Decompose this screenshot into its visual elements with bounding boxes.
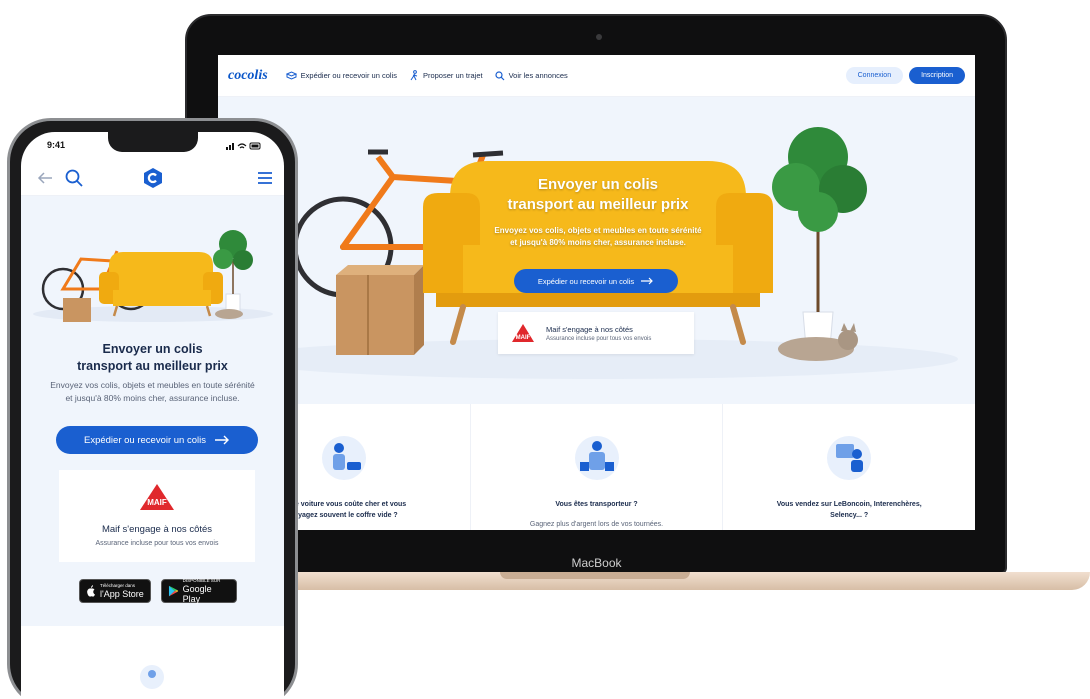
insurance-title: Maif s'engage à nos côtés — [546, 324, 633, 334]
phone-screen: 9:41 Envoyer un colis transport au meill… — [21, 132, 284, 699]
carrier-illustration — [574, 436, 619, 480]
section-illustration-icon — [140, 665, 164, 689]
mobile-content: Envoyer un colis transport au meilleur p… — [21, 196, 284, 699]
maif-logo-text: MAIF — [516, 335, 531, 341]
google-play-icon — [168, 585, 179, 597]
hero-cta-button[interactable]: Expédier ou recevoir un colis — [514, 269, 678, 293]
nav-link-label: Voir les annonces — [508, 71, 568, 80]
audience-card-seller[interactable]: Vous vendez sur LeBoncoin, Interenchères… — [723, 404, 975, 530]
laptop-brand-label: MacBook — [571, 556, 622, 570]
maif-logo: MAIF — [512, 324, 534, 342]
phone-notch — [108, 132, 198, 152]
hero-cta-label: Expédier ou recevoir un colis — [537, 276, 635, 286]
nav-link-label: Proposer un trajet — [422, 71, 483, 80]
maif-logo: MAIF — [140, 484, 174, 510]
mobile-insurance-subtitle: Assurance incluse pour tous vos envois — [95, 540, 219, 547]
hamburger-menu-icon[interactable] — [257, 172, 273, 184]
hero-illustration — [238, 127, 958, 379]
hero-title-line: transport au meilleur prix — [507, 196, 689, 213]
google-play-badge[interactable]: DISPONIBLE SUR Google Play — [161, 578, 237, 604]
desktop-navbar: cocolis Expédier ou recevoir un colis Pr… — [218, 55, 975, 97]
laptop-screen: cocolis Expédier ou recevoir un colis Pr… — [218, 55, 975, 530]
app-store-badge[interactable]: Télécharger dans l'App Store — [79, 579, 151, 603]
login-button[interactable]: Connexion — [845, 67, 904, 84]
hero-subtitle: Envoyez vos colis, objets et meubles en … — [446, 225, 750, 249]
mobile-hero-subtitle-line: et jusqu'à 80% moins cher, assurance inc… — [65, 393, 240, 403]
mobile-hero-subtitle-line: Envoyez vos colis, objets et meubles en … — [50, 380, 255, 390]
search-icon[interactable] — [65, 169, 83, 187]
audience-card-title: Vous vendez sur LeBoncoin, Interenchères… — [723, 499, 975, 521]
mobile-hero-subtitle: Envoyez vos colis, objets et meubles en … — [29, 379, 276, 405]
mobile-insurance-title: Maif s'engage à nos côtés — [101, 524, 213, 535]
insurance-text: Maif s'engage à nos côtés Assurance incl… — [546, 325, 651, 342]
seller-illustration — [827, 436, 872, 480]
mobile-hero-illustration — [33, 230, 273, 322]
arrow-right-icon — [641, 277, 654, 285]
arrow-right-icon — [214, 435, 229, 445]
mobile-hero-title: Envoyer un colis transport au meilleur p… — [21, 341, 284, 375]
maif-logo-text: MAIF — [147, 498, 167, 507]
insurance-card: MAIF Maif s'engage à nos côtés Assurance… — [498, 312, 694, 354]
cocolis-app-logo-icon[interactable] — [142, 167, 164, 189]
insurance-subtitle: Assurance incluse pour tous vos envois — [546, 335, 652, 342]
audience-card-subtitle: Gagnez plus d'argent lors de vos tournée… — [529, 521, 664, 528]
audience-card-title-line: Selency... ? — [830, 512, 869, 519]
nav-link-send-receive[interactable]: Expédier ou recevoir un colis — [285, 71, 397, 80]
nav-link-propose-trip[interactable]: Proposer un trajet — [409, 70, 483, 81]
walking-person-icon — [410, 70, 418, 81]
google-play-big: Google Play — [182, 584, 212, 604]
status-icons — [226, 142, 261, 150]
mobile-next-section — [21, 626, 284, 699]
mobile-hero-title-line: transport au meilleur prix — [77, 359, 228, 373]
hero-title: Envoyer un colis transport au meilleur p… — [438, 175, 758, 215]
signup-button[interactable]: Inscription — [909, 67, 965, 84]
audience-card-title-line: Vous êtes transporteur ? — [555, 501, 638, 508]
driver-illustration — [321, 436, 366, 480]
audience-card-carrier[interactable]: Vous êtes transporteur ? Gagnez plus d'a… — [471, 404, 724, 530]
mobile-cta-button[interactable]: Expédier ou recevoir un colis — [56, 426, 258, 454]
laptop-hinge-notch — [500, 572, 690, 579]
nav-link-view-listings[interactable]: Voir les annonces — [494, 70, 568, 81]
audience-card-title-line: Vous vendez sur LeBoncoin, Interenchères… — [776, 501, 922, 508]
mobile-insurance-card: MAIF Maif s'engage à nos côtés Assurance… — [59, 470, 255, 562]
search-icon — [494, 70, 505, 80]
hero-subtitle-line: et jusqu'à 80% moins cher, assurance inc… — [510, 238, 686, 247]
nav-link-label: Expédier ou recevoir un colis — [300, 71, 397, 80]
back-arrow-icon[interactable] — [37, 171, 53, 185]
desktop-hero: Envoyer un colis transport au meilleur p… — [218, 97, 975, 404]
device-mockup-stage: cocolis Expédier ou recevoir un colis Pr… — [0, 0, 1090, 699]
hero-subtitle-line: Envoyez vos colis, objets et meubles en … — [494, 226, 702, 235]
package-icon — [285, 71, 297, 80]
google-play-text: DISPONIBLE SUR Google Play — [183, 578, 230, 604]
app-store-big: l'App Store — [100, 589, 144, 599]
app-store-text: Télécharger dans l'App Store — [100, 583, 144, 599]
audience-cards: Votre voiture vous coûte cher et vous vo… — [218, 404, 975, 530]
status-time: 9:41 — [47, 140, 66, 150]
apple-icon — [87, 585, 95, 597]
mobile-hero-title-line: Envoyer un colis — [102, 342, 203, 356]
audience-card-title: Vous êtes transporteur ? — [471, 499, 723, 510]
mobile-cta-label: Expédier ou recevoir un colis — [84, 434, 206, 446]
laptop-camera — [596, 34, 602, 40]
hero-title-line: Envoyer un colis — [537, 176, 659, 193]
cocolis-logo[interactable]: cocolis — [228, 68, 268, 84]
mobile-navbar — [21, 160, 284, 196]
